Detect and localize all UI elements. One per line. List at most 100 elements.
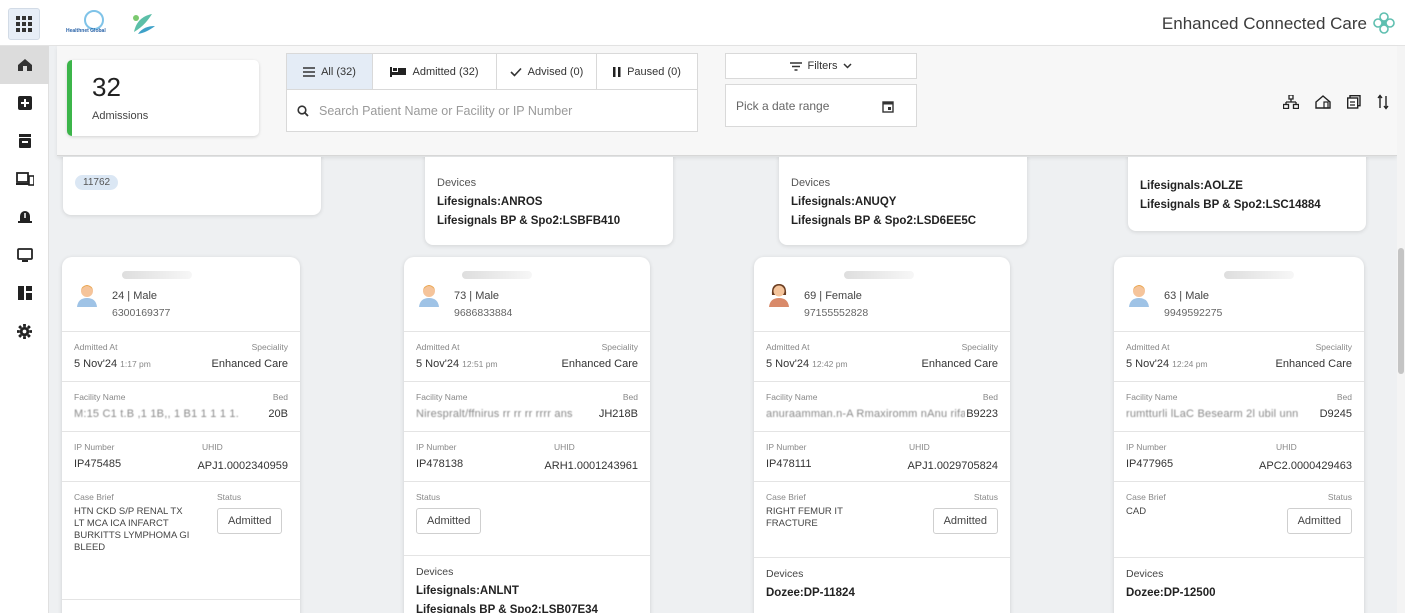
uhid-value: APJ1.0029705824 bbox=[907, 460, 998, 472]
patient-card[interactable]: 73 | Male 9686833884 Admitted At 5 Nov'2… bbox=[404, 257, 650, 613]
male-avatar-icon bbox=[77, 285, 97, 307]
patient-card[interactable]: 69 | Female 97155552828 Admitted At 5 No… bbox=[754, 257, 1010, 613]
admissions-label: Admissions bbox=[92, 110, 149, 122]
speciality-label: Speciality bbox=[1315, 342, 1352, 352]
date-range-picker[interactable]: Pick a date range bbox=[725, 84, 917, 127]
sort-icon[interactable] bbox=[1377, 94, 1389, 110]
tab-admitted[interactable]: Admitted (32) bbox=[373, 54, 497, 89]
status-tabs: All (32) Admitted (32) Advised (0) Pause… bbox=[286, 53, 698, 90]
speciality-label: Speciality bbox=[251, 342, 288, 352]
status-button[interactable]: Admitted bbox=[416, 508, 482, 534]
devices-section: Devices Dozee:DP-11824 bbox=[754, 558, 1010, 613]
tab-admitted-label: Admitted (32) bbox=[412, 65, 479, 78]
patient-header: 63 | Male 9949592275 bbox=[1114, 257, 1364, 332]
tab-paused[interactable]: Paused (0) bbox=[597, 54, 697, 89]
tab-advised[interactable]: Advised (0) bbox=[497, 54, 597, 89]
speciality-value: Enhanced Care bbox=[561, 358, 638, 370]
bed-value: JH218B bbox=[597, 408, 638, 420]
partial-card[interactable]: Devices Lifesignals:ANROS Lifesignals BP… bbox=[425, 157, 673, 245]
bed-label: Bed bbox=[622, 392, 638, 402]
facility-label: Facility Name bbox=[1126, 392, 1178, 402]
admissions-grid: 11762 Devices Lifesignals:ANROS Lifesign… bbox=[57, 157, 1390, 613]
uhid-label: UHID bbox=[554, 442, 575, 452]
tab-all[interactable]: All (32) bbox=[287, 54, 373, 89]
sidebar-item-settings[interactable] bbox=[0, 312, 49, 350]
tab-paused-label: Paused (0) bbox=[627, 65, 681, 78]
admitted-date: 5 Nov'24 bbox=[416, 358, 460, 370]
scrollbar[interactable] bbox=[1397, 46, 1405, 613]
admission-row: Admitted At 5 Nov'24 12:24 pm Speciality… bbox=[1114, 332, 1364, 382]
case-row: Case Brief CAD Status Admitted bbox=[1114, 482, 1364, 558]
sidebar-item-archive[interactable] bbox=[0, 122, 49, 160]
device-item: Lifesignals:ANUQY bbox=[791, 196, 897, 208]
search-input[interactable] bbox=[319, 103, 679, 118]
copy-icon[interactable] bbox=[1347, 95, 1361, 109]
patient-card[interactable]: 63 | Male 9949592275 Admitted At 5 Nov'2… bbox=[1114, 257, 1364, 613]
uhid-chip: 11762 bbox=[75, 175, 119, 190]
sidebar-item-home[interactable] bbox=[0, 46, 49, 84]
ip-label: IP Number bbox=[416, 442, 457, 452]
status-button[interactable]: Admitted bbox=[932, 508, 998, 534]
patient-name-redacted bbox=[122, 271, 192, 279]
speciality-label: Speciality bbox=[601, 342, 638, 352]
sidebar-item-devices[interactable] bbox=[0, 160, 49, 198]
male-avatar-icon bbox=[419, 285, 439, 307]
sidebar-item-dashboard[interactable] bbox=[0, 274, 49, 312]
female-avatar-icon bbox=[769, 284, 789, 307]
gear-icon bbox=[17, 323, 32, 339]
patient-card[interactable]: 24 | Male 6300169377 Admitted At 5 Nov'2… bbox=[62, 257, 300, 613]
admitted-date: 5 Nov'24 bbox=[1126, 358, 1170, 370]
admissions-count: 32 bbox=[92, 72, 121, 102]
device-item: Lifesignals BP & Spo2:LSC14884 bbox=[1140, 199, 1321, 211]
search-bar bbox=[286, 89, 698, 132]
admission-row: Admitted At 5 Nov'24 12:42 pm Speciality… bbox=[754, 332, 1010, 382]
admission-row: Admitted At 5 Nov'24 1:17 pm Speciality … bbox=[62, 332, 300, 382]
ip-label: IP Number bbox=[766, 442, 807, 452]
devices-title: Devices bbox=[766, 568, 804, 580]
logo-text: Healthnet Global bbox=[66, 28, 106, 34]
uhid-label: UHID bbox=[202, 442, 223, 452]
add-box-icon bbox=[17, 96, 32, 110]
top-bar: Healthnet Global Enhanced Connected Care bbox=[0, 0, 1405, 46]
facility-name: M:15 C1 t.B ,1 1B,, 1 B1 1 1 1 1. bbox=[74, 408, 239, 420]
patient-name-redacted bbox=[1224, 271, 1294, 279]
scrollbar-thumb[interactable] bbox=[1398, 248, 1404, 374]
uhid-value: APC2.0000429463 bbox=[1259, 460, 1352, 472]
sidebar-item-add[interactable] bbox=[0, 84, 49, 122]
devices-section: Devices Lifesignals:ANLNT Lifesignals BP… bbox=[404, 556, 650, 613]
facility-row: Facility Name Bed rumtturli lLaC Besearm… bbox=[1114, 382, 1364, 432]
app-title: Enhanced Connected Care bbox=[1161, 14, 1367, 33]
hierarchy-icon[interactable] bbox=[1283, 95, 1299, 109]
apps-grid-button[interactable] bbox=[8, 8, 40, 40]
case-row: Case Brief RIGHT FEMUR IT FRACTURE Statu… bbox=[754, 482, 1010, 558]
devices-title: Devices bbox=[791, 177, 831, 189]
patient-name-redacted bbox=[844, 271, 914, 279]
calendar-icon[interactable] bbox=[882, 100, 894, 113]
devices-section: Devices Dozee:DP-12500 bbox=[1114, 558, 1364, 613]
bed-label: Bed bbox=[1336, 392, 1352, 402]
device-item: Lifesignals BP & Spo2:LSD6EE5C bbox=[791, 215, 977, 227]
ids-row: IP Number IP475485 UHID APJ1.0002340959 bbox=[62, 432, 300, 482]
partial-card[interactable]: 11762 bbox=[63, 157, 321, 215]
patient-header: 69 | Female 97155552828 bbox=[754, 257, 1010, 332]
admitted-time: 12:42 pm bbox=[812, 359, 848, 369]
status-button[interactable]: Admitted bbox=[1286, 508, 1352, 534]
speciality-value: Enhanced Care bbox=[921, 358, 998, 370]
ip-label: IP Number bbox=[74, 442, 115, 452]
chevron-down-icon bbox=[843, 63, 852, 69]
leaf-logo-icon bbox=[133, 14, 155, 34]
phone-number: 9949592275 bbox=[1164, 307, 1223, 319]
home-outline-icon[interactable] bbox=[1315, 95, 1331, 109]
bed-value: D9245 bbox=[1318, 408, 1352, 420]
partial-card[interactable]: Lifesignals:AOLZE Lifesignals BP & Spo2:… bbox=[1128, 157, 1366, 231]
sidebar-item-alerts[interactable] bbox=[0, 198, 49, 236]
admitted-time: 12:51 pm bbox=[462, 359, 498, 369]
device-item: Lifesignals:AOLZE bbox=[1140, 180, 1243, 192]
sidebar-item-monitor[interactable] bbox=[0, 236, 49, 274]
status-button[interactable]: Admitted bbox=[217, 508, 283, 534]
case-brief: RIGHT FEMUR IT FRACTURE bbox=[766, 506, 843, 529]
partial-card[interactable]: Devices Lifesignals:ANUQY Lifesignals BP… bbox=[779, 157, 1027, 245]
facility-name: Nirespralt/ffnirus rr rr rr rrrr ans bbox=[416, 408, 573, 420]
status-label: Status bbox=[217, 492, 242, 502]
filters-dropdown[interactable]: Filters bbox=[725, 53, 917, 79]
